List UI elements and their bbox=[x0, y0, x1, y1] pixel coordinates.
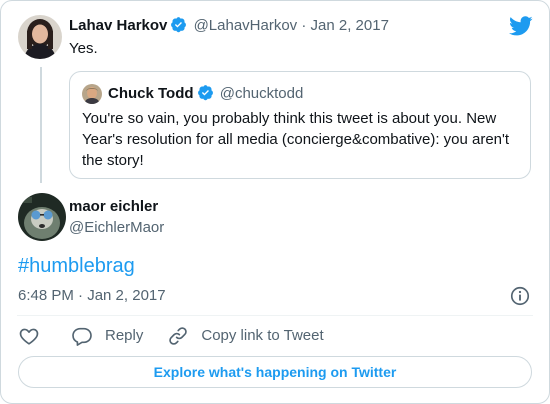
quoted-author-handle: @chucktodd bbox=[219, 85, 304, 102]
actions-divider bbox=[17, 315, 533, 316]
quoted-tweet-header: Chuck Todd @chucktodd bbox=[108, 84, 303, 104]
twitter-bird-icon[interactable] bbox=[509, 14, 533, 38]
reply-label: Reply bbox=[105, 327, 144, 344]
hashtag-link[interactable]: #humblebrag bbox=[18, 254, 135, 278]
parent-tweet-header: Lahav Harkov @LahavHarkov · Jan 2, 2017 bbox=[69, 16, 389, 36]
verified-badge-icon bbox=[197, 85, 213, 101]
copy-link-label: Copy link to Tweet bbox=[201, 327, 324, 344]
tweet-embed-card: Lahav Harkov @LahavHarkov · Jan 2, 2017 … bbox=[0, 0, 550, 404]
header-separator: · bbox=[301, 17, 307, 34]
verified-badge-icon bbox=[171, 17, 187, 33]
quoted-tweet-text: You're so vain, you probably think this … bbox=[82, 110, 510, 169]
reply-button[interactable]: Reply bbox=[71, 325, 143, 347]
like-button[interactable] bbox=[18, 325, 40, 347]
info-icon[interactable] bbox=[509, 285, 531, 307]
parent-author-handle[interactable]: @LahavHarkov bbox=[194, 17, 298, 34]
copy-link-button[interactable]: Copy link to Tweet bbox=[167, 325, 324, 347]
parent-author-avatar[interactable] bbox=[18, 15, 62, 59]
tweet-timestamp[interactable]: 6:48 PM · Jan 2, 2017 bbox=[18, 286, 166, 306]
explore-twitter-button[interactable]: Explore what's happening on Twitter bbox=[18, 356, 532, 388]
main-author-avatar[interactable] bbox=[18, 193, 66, 241]
parent-tweet-date[interactable]: Jan 2, 2017 bbox=[311, 17, 389, 34]
main-author-handle[interactable]: @EichlerMaor bbox=[69, 218, 164, 238]
thread-connector-line bbox=[40, 67, 42, 183]
quoted-author-avatar bbox=[82, 84, 102, 104]
quoted-tweet-card[interactable]: Chuck Todd @chucktodd You're so vain, yo… bbox=[69, 71, 531, 179]
parent-tweet-text: Yes. bbox=[69, 40, 98, 57]
reply-bubble-icon bbox=[72, 327, 92, 346]
quoted-author-name: Chuck Todd bbox=[108, 85, 194, 102]
link-icon bbox=[169, 327, 188, 345]
parent-author-name[interactable]: Lahav Harkov bbox=[69, 17, 167, 34]
tweet-actions-bar: Reply Copy link to Tweet bbox=[18, 325, 324, 347]
main-author-name[interactable]: maor eichler bbox=[69, 197, 158, 217]
heart-icon bbox=[19, 328, 39, 345]
